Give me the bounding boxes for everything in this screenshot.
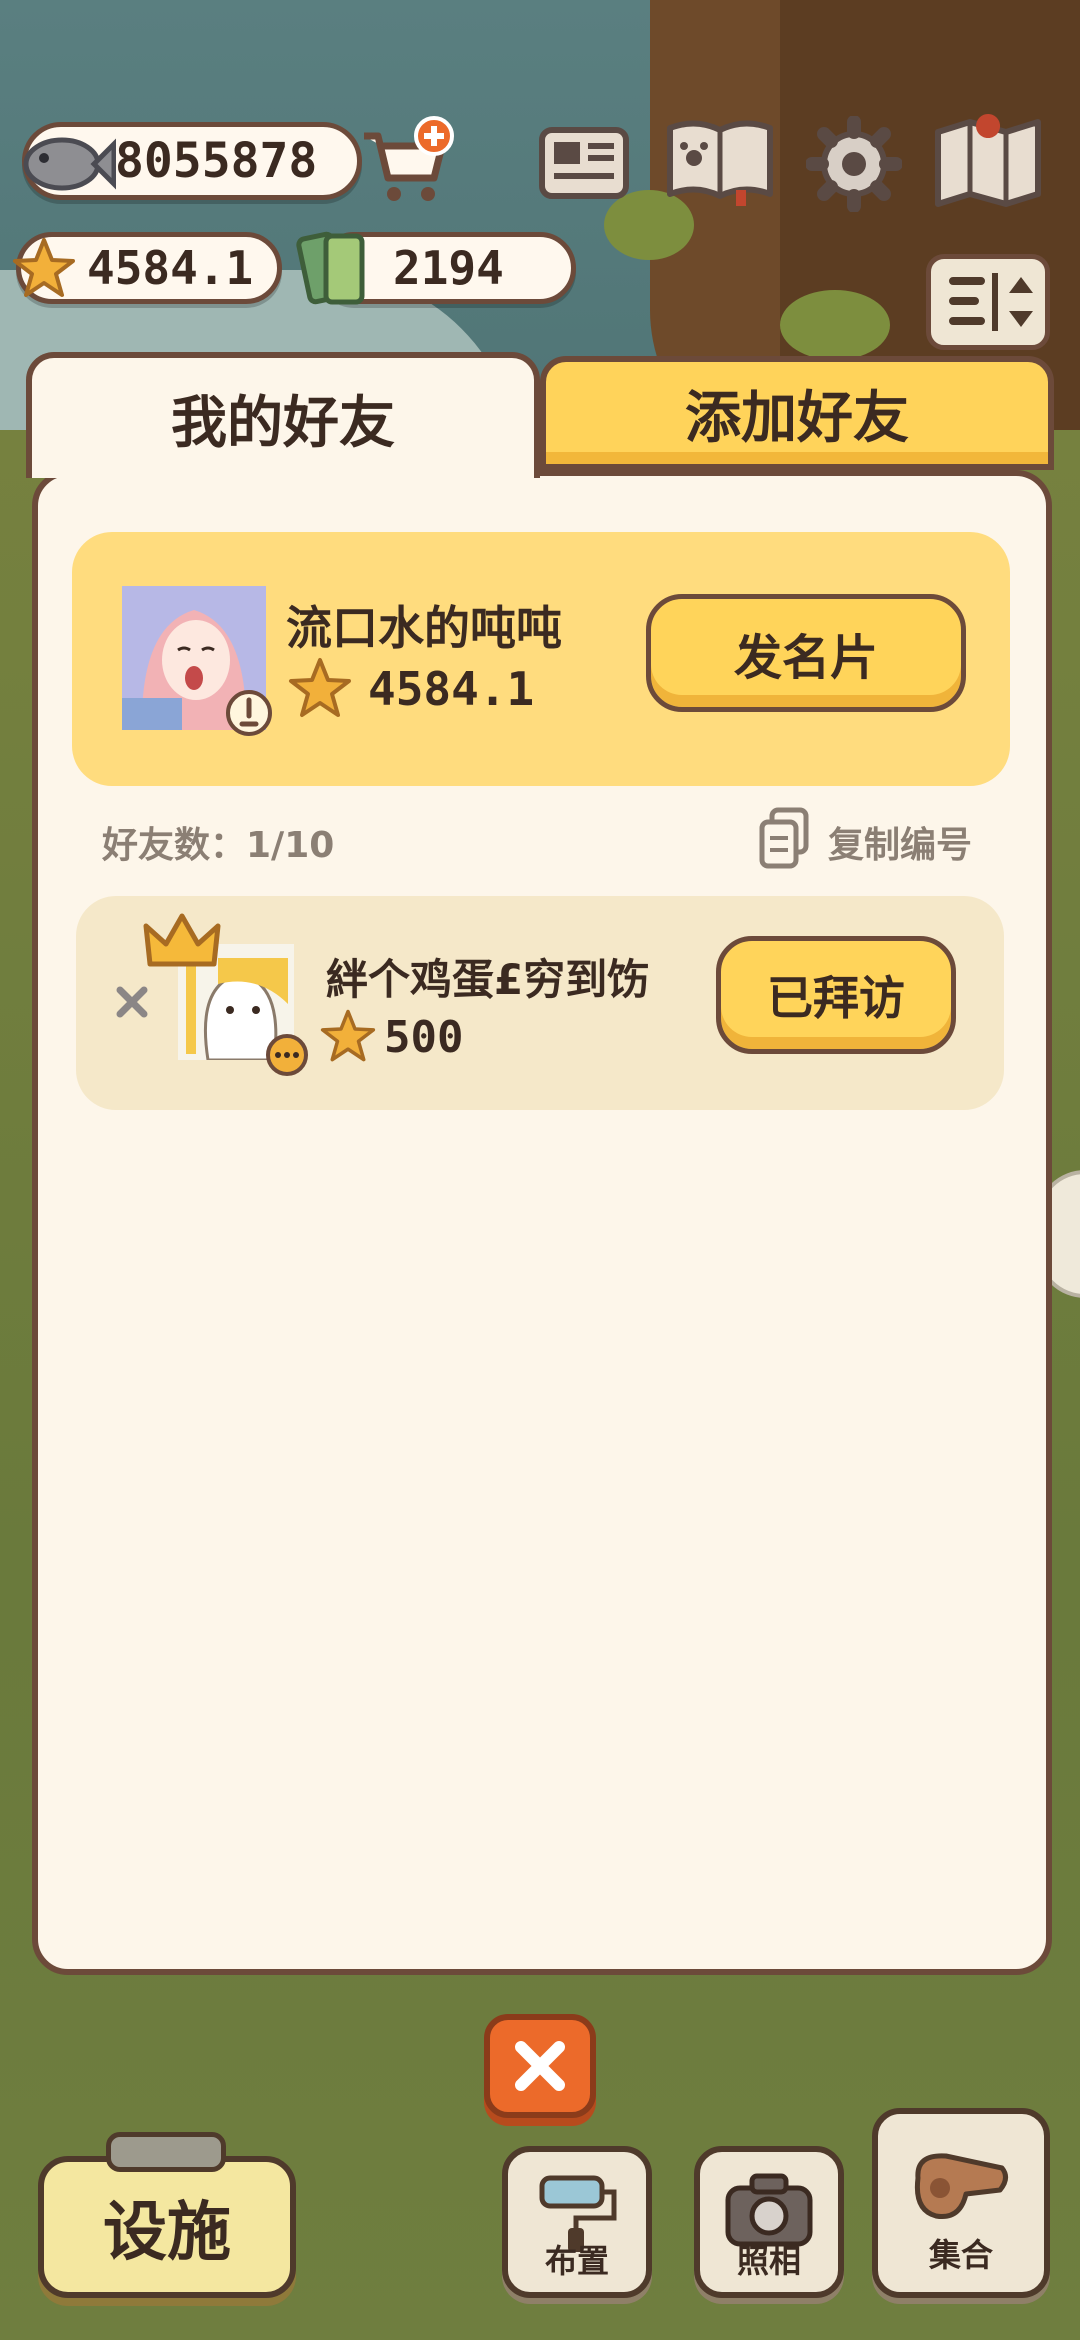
my-profile-card: 流口水的吨吨 4584.1 发名片	[72, 532, 1010, 786]
star-icon	[320, 1009, 376, 1062]
star-icon	[289, 658, 351, 717]
friend-score: 500	[384, 1012, 464, 1063]
remove-icon[interactable]	[112, 982, 152, 1022]
cart-add-icon[interactable]	[356, 114, 456, 210]
close-icon	[515, 2041, 565, 2091]
more-icon[interactable]	[264, 1032, 310, 1078]
newspaper-icon	[539, 127, 629, 199]
ticket-count: 2194	[393, 241, 504, 295]
friend-card: 絆个鸡蛋£穷到饬 500 已拜访	[76, 896, 1004, 1110]
badge-icon	[226, 690, 272, 736]
send-card-label: 发名片	[733, 630, 878, 686]
photo-label: 照相	[736, 2242, 801, 2280]
paw-book-button[interactable]	[662, 112, 778, 208]
layout-label: 布置	[544, 2242, 609, 2280]
background-leaf	[780, 290, 890, 360]
visited-label: 已拜访	[767, 971, 905, 1025]
star-count: 4584.1	[87, 241, 254, 295]
sort-button[interactable]	[926, 254, 1050, 350]
gather-button[interactable]: 集合	[872, 2108, 1050, 2298]
crown-icon	[143, 913, 221, 967]
visited-button[interactable]: 已拜访	[716, 936, 956, 1054]
ticket-icon	[296, 231, 365, 305]
copy-id-label: 复制编号	[828, 825, 973, 866]
my-name: 流口水的吨吨	[286, 601, 562, 655]
paw-book-icon	[667, 120, 773, 206]
my-score: 4584.1	[368, 662, 535, 716]
gear-icon	[805, 115, 903, 213]
gather-label: 集合	[928, 2236, 993, 2274]
send-card-button[interactable]: 发名片	[646, 594, 966, 712]
sort-icon	[949, 273, 1033, 331]
map-icon	[935, 114, 1041, 207]
newspaper-button[interactable]	[536, 118, 632, 204]
whistle-icon	[914, 2153, 1008, 2220]
clipboard-icon	[106, 2132, 226, 2172]
settings-button[interactable]	[805, 115, 903, 213]
facility-label: 设施	[103, 2196, 231, 2270]
tab-add-friend[interactable]: 添加好友	[540, 356, 1054, 470]
photo-button[interactable]: 照相	[694, 2146, 844, 2298]
copy-icon	[759, 807, 809, 869]
tab-my-friends-label: 我的好友	[171, 390, 395, 456]
fish-icon	[23, 137, 116, 191]
friend-name: 絆个鸡蛋£穷到饬	[326, 955, 650, 1004]
fish-count: 8055878	[115, 133, 318, 189]
tab-add-friend-label: 添加好友	[685, 385, 909, 451]
copy-id-button[interactable]: 复制编号	[756, 806, 986, 870]
close-button[interactable]	[484, 2014, 596, 2118]
friend-count: 好友数：1/10	[102, 825, 335, 866]
facility-button[interactable]: 设施	[38, 2156, 296, 2298]
star-icon	[13, 238, 75, 297]
tab-my-friends[interactable]: 我的好友	[26, 352, 540, 478]
layout-button[interactable]: 布置	[502, 2146, 652, 2298]
map-button[interactable]	[932, 114, 1044, 212]
